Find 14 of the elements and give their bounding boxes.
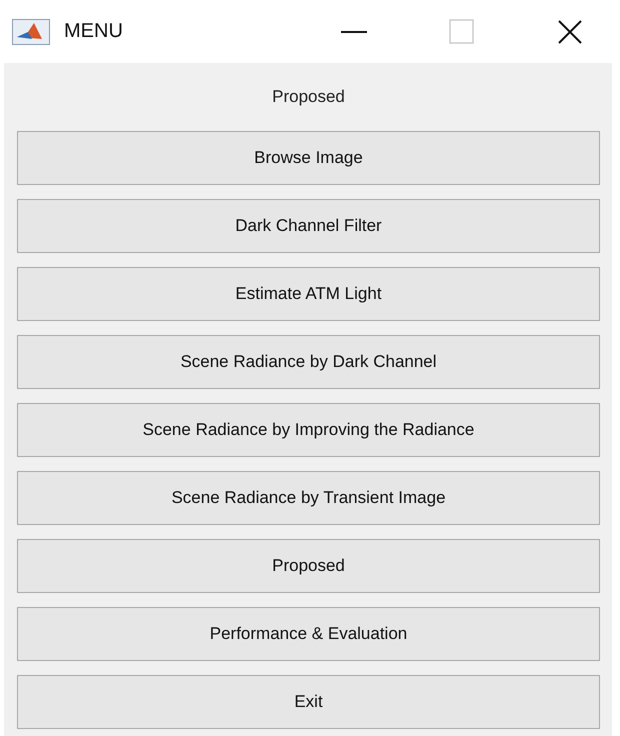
close-icon[interactable] [557, 18, 583, 44]
app-logo-icon [12, 18, 50, 44]
minimize-icon[interactable] [341, 30, 367, 34]
menu-button[interactable]: Scene Radiance by Improving the Radiance [17, 403, 600, 457]
menu-button[interactable]: Performance & Evaluation [17, 607, 600, 661]
panel-heading: Proposed [272, 87, 345, 107]
menu-button[interactable]: Estimate ATM Light [17, 267, 600, 321]
menu-button[interactable]: Exit [17, 675, 600, 729]
menu-button[interactable]: Proposed [17, 539, 600, 593]
menu-button[interactable]: Dark Channel Filter [17, 199, 600, 253]
menu-button[interactable]: Scene Radiance by Dark Channel [17, 335, 600, 389]
window-title: MENU [64, 20, 124, 43]
menu-button[interactable]: Browse Image [17, 131, 600, 185]
menu-button[interactable]: Scene Radiance by Transient Image [17, 471, 600, 525]
